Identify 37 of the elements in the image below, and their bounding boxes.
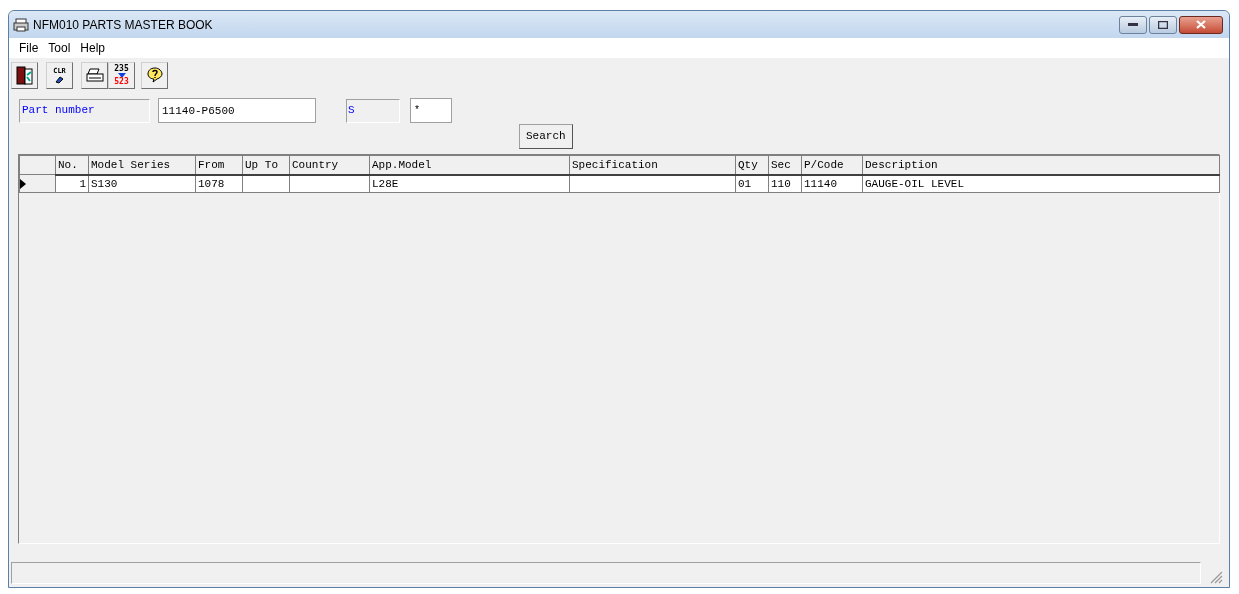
minimize-icon <box>1128 22 1138 27</box>
field-label: S <box>346 98 400 123</box>
arrow-down-icon <box>117 72 126 78</box>
input-field[interactable]: * <box>410 98 452 123</box>
swap-button[interactable]: 235 523 <box>108 61 135 89</box>
column-header[interactable]: Description <box>862 155 1220 175</box>
eraser-icon <box>54 74 65 84</box>
part-number-field[interactable]: 11140-P6500 <box>158 98 316 123</box>
column-header[interactable]: From <box>195 155 243 175</box>
close-icon <box>1196 20 1206 29</box>
exit-button[interactable] <box>11 61 38 89</box>
minimize-button[interactable] <box>1119 15 1147 34</box>
menu-item[interactable]: Tool <box>44 39 75 57</box>
search-button[interactable]: Search <box>519 124 573 149</box>
maximize-button[interactable] <box>1149 15 1177 34</box>
print-button[interactable] <box>81 61 108 89</box>
column-header[interactable]: P/Code <box>801 155 863 175</box>
maximize-icon <box>1158 20 1168 29</box>
resize-grip-icon <box>1209 570 1223 584</box>
menu-item[interactable]: Help <box>76 39 110 57</box>
menu-item[interactable]: File <box>15 39 43 57</box>
column-header[interactable]: Country <box>289 155 370 175</box>
field-label: Part number <box>19 98 150 123</box>
printer-icon <box>85 67 104 83</box>
column-header[interactable]: Specification <box>569 155 736 175</box>
column-header[interactable]: App.Model <box>369 155 570 175</box>
printer-icon <box>13 17 29 32</box>
help-bubble-icon <box>145 66 164 84</box>
column-header[interactable]: Qty <box>735 155 769 175</box>
door-icon <box>14 65 35 85</box>
column-header[interactable]: Model Series <box>88 155 196 175</box>
column-header[interactable]: Sec <box>768 155 802 175</box>
close-button[interactable] <box>1179 15 1223 34</box>
help-button[interactable] <box>141 61 168 89</box>
window-title: NFM010 PARTS MASTER BOOK <box>33 16 213 34</box>
column-header[interactable]: Up To <box>242 155 290 175</box>
column-header[interactable]: No. <box>55 155 89 175</box>
